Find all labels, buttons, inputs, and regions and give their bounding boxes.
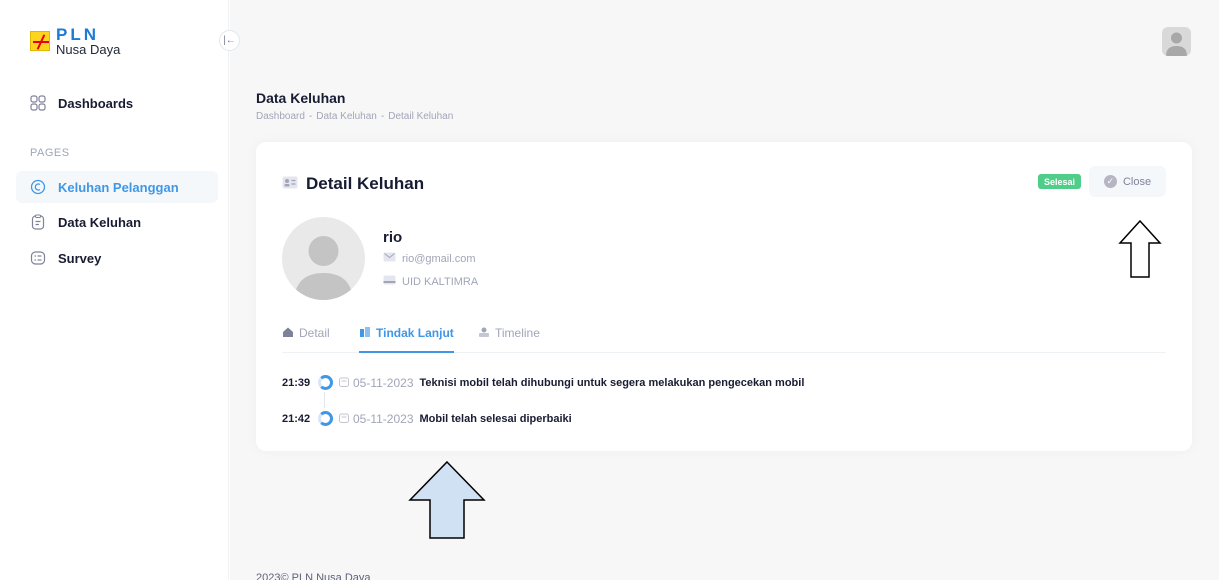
calendar-icon: [339, 412, 349, 426]
timeline-dot-icon: [318, 411, 333, 426]
calendar-icon: [339, 376, 349, 390]
grid-icon: [30, 95, 46, 111]
timeline-dot-icon: [318, 375, 333, 390]
sidebar-item-survey[interactable]: Survey: [16, 242, 218, 274]
brand-subtitle: Nusa Daya: [56, 42, 121, 57]
user-avatar[interactable]: [1162, 27, 1191, 56]
detail-card: Detail Keluhan Selesai ✓ Close rio rio@g…: [256, 142, 1192, 451]
sidebar-item-dashboards[interactable]: Dashboards: [16, 87, 218, 119]
timeline-date: 05-11-2023: [339, 376, 414, 390]
card-title: Detail Keluhan: [282, 174, 424, 194]
sidebar-item-data-keluhan[interactable]: Data Keluhan: [16, 206, 218, 238]
timeline-time: 21:39: [282, 376, 311, 389]
close-button-label: Close: [1122, 175, 1152, 188]
complaint-icon: [30, 179, 46, 195]
breadcrumb-item-data-keluhan[interactable]: Data Keluhan: [316, 111, 377, 122]
profile-email-row: rio@gmail.com: [383, 252, 476, 265]
timeline-text: Teknisi mobil telah dihubungi untuk sege…: [419, 376, 805, 389]
survey-icon: [30, 250, 46, 266]
page-title: Data Keluhan: [256, 90, 346, 106]
status-badge: Selesai: [1038, 174, 1082, 189]
mail-icon: [383, 252, 396, 265]
timeline-date: 05-11-2023: [339, 412, 414, 426]
breadcrumb-separator: -: [308, 111, 313, 122]
sidebar-item-label: Survey: [58, 250, 102, 266]
sidebar-item-label: Dashboards: [58, 95, 134, 111]
sidebar-item-label: Data Keluhan: [58, 214, 142, 230]
profile-avatar: [282, 217, 365, 300]
section-label-pages: PAGES: [30, 147, 70, 159]
profile-unit: UID KALTIMRA: [402, 275, 479, 288]
id-card-icon: [282, 174, 298, 194]
profile-email: rio@gmail.com: [402, 252, 476, 265]
breadcrumb-item-dashboard[interactable]: Dashboard: [256, 111, 305, 122]
followup-icon: [359, 326, 371, 341]
timeline-date-text: 05-11-2023: [353, 411, 414, 426]
profile-unit-row: UID KALTIMRA: [383, 275, 478, 288]
brand-title: PLN: [56, 25, 99, 44]
annotation-arrow-up-icon: [1118, 219, 1162, 278]
detail-tabs: Detail Tindak Lanjut Timeline: [282, 322, 1166, 353]
card-icon: [383, 275, 396, 288]
timeline-connector: [324, 392, 325, 408]
top-header: [230, 0, 1219, 70]
tab-label: Timeline: [495, 326, 540, 340]
collapse-left-icon: |←: [223, 35, 236, 46]
brand-logo[interactable]: PLN Nusa Daya: [30, 26, 120, 56]
close-button[interactable]: ✓ Close: [1089, 166, 1166, 197]
check-circle-icon: ✓: [1103, 175, 1117, 188]
card-title-text: Detail Keluhan: [306, 174, 425, 193]
tab-tindak-lanjut[interactable]: Tindak Lanjut: [359, 322, 454, 353]
main-content: Data Keluhan Dashboard - Data Keluhan - …: [230, 0, 1219, 580]
sidebar-item-keluhan-pelanggan[interactable]: Keluhan Pelanggan: [16, 171, 218, 203]
timeline-icon: [478, 326, 490, 341]
tab-detail[interactable]: Detail: [282, 322, 330, 353]
timeline-item: 21:39 05-11-2023 Teknisi mobil telah dih…: [282, 375, 804, 390]
timeline-text: Mobil telah selesai diperbaiki: [419, 412, 572, 425]
tab-timeline[interactable]: Timeline: [478, 322, 540, 353]
breadcrumb-separator: -: [380, 111, 385, 122]
breadcrumb: Dashboard - Data Keluhan - Detail Keluha…: [256, 111, 453, 122]
sidebar-collapse-button[interactable]: |←: [219, 30, 240, 51]
clipboard-icon: [30, 214, 46, 230]
breadcrumb-item-detail-keluhan: Detail Keluhan: [388, 111, 454, 122]
sidebar: PLN Nusa Daya Dashboards PAGES Keluhan P…: [0, 0, 229, 580]
annotation-arrow-up-icon: [408, 460, 486, 539]
timeline-time: 21:42: [282, 412, 311, 425]
timeline-date-text: 05-11-2023: [353, 375, 414, 390]
tab-label: Tindak Lanjut: [376, 326, 454, 340]
pln-logo-icon: [30, 31, 50, 51]
profile-name: rio: [383, 229, 403, 246]
footer-text: 2023© PLN Nusa Daya: [256, 572, 371, 580]
home-icon: [282, 326, 294, 341]
sidebar-item-label: Keluhan Pelanggan: [58, 179, 179, 195]
tab-label: Detail: [299, 326, 330, 340]
timeline-item: 21:42 05-11-2023 Mobil telah selesai dip…: [282, 411, 572, 426]
